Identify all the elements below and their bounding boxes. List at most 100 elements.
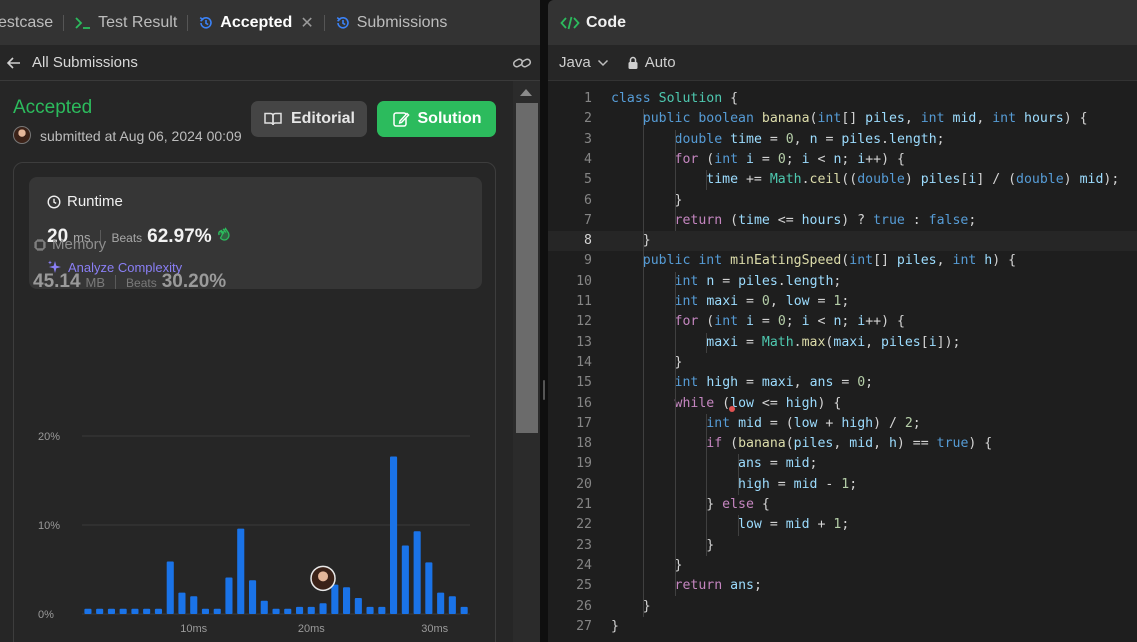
chart-bar[interactable] [272, 608, 280, 614]
clap-icon [216, 226, 232, 246]
editorial-button[interactable]: Editorial [251, 101, 367, 137]
chart-bar[interactable] [307, 606, 315, 614]
runtime-beats-value: 62.97% [147, 226, 212, 247]
chart-bar[interactable] [401, 545, 409, 615]
code-line[interactable]: 6 } [548, 191, 1137, 211]
line-number: 15 [576, 375, 592, 391]
code-line[interactable]: 25 return ans; [548, 576, 1137, 596]
chart-bar[interactable] [378, 606, 386, 614]
chart-bar[interactable] [390, 456, 398, 615]
chart-bar[interactable] [460, 606, 468, 614]
chart-bar[interactable] [319, 603, 327, 614]
chart-bar[interactable] [260, 600, 268, 614]
code-line[interactable]: 11 int maxi = 0, low = 1; [548, 292, 1137, 312]
arrow-left-icon[interactable] [6, 56, 22, 70]
submission-details: Accepted submitted at Aug 06, 2024 00:09… [0, 81, 540, 642]
chart-bar[interactable] [225, 577, 233, 615]
chart-bar[interactable] [96, 608, 104, 614]
code-editor[interactable]: 1 class Solution {2 public boolean banana… [548, 81, 1137, 642]
x-tick-label: 20ms [298, 623, 325, 635]
code-line[interactable]: 24 } [548, 556, 1137, 576]
chart-bar[interactable] [201, 608, 209, 614]
chart-bar[interactable] [437, 592, 445, 614]
code-line[interactable]: 12 for (int i = 0; i < n; i++) { [548, 312, 1137, 332]
code-line[interactable]: 19 ans = mid; [548, 454, 1137, 474]
chart-bar[interactable] [119, 608, 127, 614]
code-line[interactable]: 9 public int minEatingSpeed(int[] piles,… [548, 251, 1137, 271]
runtime-distribution-chart[interactable]: 20% 10% 0% 10ms 20ms 30ms [0, 421, 512, 642]
tab-testcase[interactable]: estcase [0, 0, 53, 45]
code-line[interactable]: 5 time += Math.ceil((double) piles[i] / … [548, 170, 1137, 190]
history-icon [335, 15, 351, 31]
code-line[interactable]: 8 } [548, 231, 1137, 252]
code-text: public int minEatingSpeed(int[] piles, i… [642, 253, 1017, 269]
code-text: } [611, 557, 683, 573]
chart-bar[interactable] [178, 592, 186, 614]
chart-bar[interactable] [166, 561, 174, 615]
chart-bar[interactable] [296, 606, 304, 614]
chart-bar[interactable] [190, 596, 198, 614]
indent-guide [674, 129, 676, 232]
panel-splitter[interactable] [540, 0, 548, 642]
all-submissions-link[interactable]: All Submissions [32, 54, 138, 71]
code-line[interactable]: 22 low = mid + 1; [548, 515, 1137, 535]
code-text: low = mid + 1; [738, 517, 850, 533]
language-select[interactable]: Java [559, 54, 591, 71]
chart-bar[interactable] [331, 584, 339, 614]
chart-bar[interactable] [131, 608, 139, 614]
code-line[interactable]: 2 public boolean banana(int[] piles, int… [548, 109, 1137, 129]
splitter-grip[interactable] [543, 380, 545, 400]
close-icon[interactable]: ✕ [300, 13, 313, 33]
code-text: int maxi = 0, low = 1; [674, 294, 850, 309]
book-icon [263, 111, 283, 127]
code-line[interactable]: 23 } [548, 536, 1137, 556]
link-icon[interactable] [512, 55, 532, 71]
code-line[interactable]: 21 } else { [548, 495, 1137, 515]
mode-label[interactable]: Auto [645, 54, 676, 71]
avatar[interactable] [13, 126, 31, 144]
line-number: 5 [584, 172, 592, 188]
code-line[interactable]: 18 if (banana(piles, mid, h) == true) { [548, 434, 1137, 454]
line-number: 9 [584, 253, 592, 269]
chart-bar[interactable] [107, 608, 115, 614]
code-line[interactable]: 17 int mid = (low + high) / 2; [548, 414, 1137, 434]
user-avatar-marker[interactable] [310, 565, 336, 592]
code-line[interactable]: 27} [548, 617, 1137, 637]
scroll-up-icon[interactable] [520, 89, 532, 96]
chart-bar[interactable] [284, 608, 292, 614]
terminal-icon [74, 16, 92, 30]
chart-bar[interactable] [343, 587, 351, 614]
tab-submissions[interactable]: Submissions [335, 0, 447, 45]
code-line[interactable]: 7 return (time <= hours) ? true : false; [548, 211, 1137, 231]
tab-accepted[interactable]: Accepted ✕ [198, 0, 314, 45]
code-line[interactable]: 10 int n = piles.length; [548, 272, 1137, 292]
code-line[interactable]: 20 high = mid - 1; [548, 475, 1137, 495]
code-line[interactable]: 13 maxi = Math.max(maxi, piles[i]); [548, 333, 1137, 353]
scrollbar-thumb[interactable] [516, 103, 538, 433]
code-line[interactable]: 16 while (low <= high) { [548, 394, 1137, 414]
solution-button[interactable]: Solution [377, 101, 496, 137]
chart-bar[interactable] [213, 608, 221, 614]
code-line[interactable]: 1 class Solution { [548, 89, 1137, 109]
chevron-down-icon[interactable] [597, 59, 609, 67]
code-line[interactable]: 15 int high = maxi, ans = 0; [548, 373, 1137, 393]
chart-bar[interactable] [425, 562, 433, 614]
chart-bar[interactable] [154, 608, 162, 614]
chart-bar[interactable] [84, 608, 92, 614]
code-line[interactable]: 3 double time = 0, n = piles.length; [548, 130, 1137, 150]
chart-bar[interactable] [413, 531, 421, 614]
chart-bar[interactable] [249, 580, 257, 614]
runtime-title: Runtime [47, 193, 123, 210]
chart-bar[interactable] [237, 528, 245, 614]
tab-test-result[interactable]: Test Result [74, 0, 177, 45]
code-line[interactable]: 14 } [548, 353, 1137, 373]
code-line[interactable]: 26 } [548, 597, 1137, 617]
chart-bar[interactable] [143, 608, 151, 614]
chart-bar[interactable] [448, 596, 456, 614]
error-marker-icon[interactable] [729, 405, 735, 412]
chart-bar[interactable] [354, 598, 362, 614]
memory-title[interactable]: Memory [33, 236, 106, 253]
code-line[interactable]: 4 for (int i = 0; i < n; i++) { [548, 150, 1137, 170]
chart-bar[interactable] [366, 606, 374, 614]
divider [115, 275, 117, 289]
